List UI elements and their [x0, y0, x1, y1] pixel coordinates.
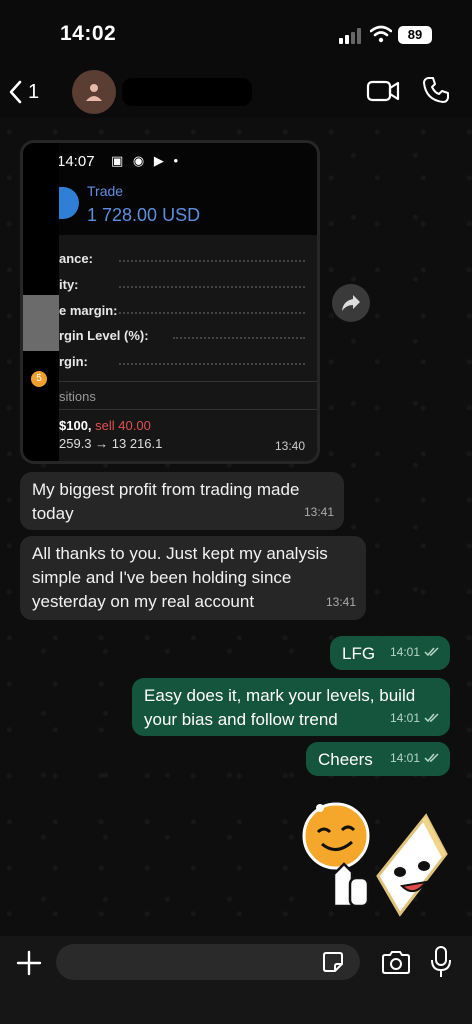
message-text: LFG — [342, 644, 376, 663]
row-equity: ity: — [59, 277, 79, 292]
position-line: $100, sell 40.00 — [59, 418, 151, 433]
row-balance: ance: — [59, 251, 93, 266]
status-bar: 14:02 89 — [0, 0, 472, 66]
outgoing-message[interactable]: Cheers 14:01 — [306, 742, 450, 776]
read-receipt-icon — [424, 753, 439, 763]
sticker-icon[interactable] — [322, 951, 344, 973]
trade-label: Trade — [87, 183, 124, 199]
signal-icon — [339, 28, 361, 44]
message-meta: 14:01 — [390, 640, 440, 664]
battery-indicator: 89 — [398, 26, 432, 44]
message-meta: 14:01 — [390, 746, 440, 770]
badge-coin-icon: 5 — [31, 371, 47, 387]
forward-button[interactable] — [332, 284, 370, 322]
message-time: 13:41 — [303, 505, 334, 519]
message-time: 13:41 — [325, 595, 356, 609]
plus-icon[interactable] — [16, 950, 42, 976]
outgoing-message[interactable]: Easy does it, mark your levels, build yo… — [132, 678, 450, 736]
sticker-image[interactable] — [298, 794, 450, 934]
row-margin: rgin: — [59, 354, 88, 369]
positions-label: sitions — [59, 389, 96, 404]
row-free-margin: e margin: — [59, 303, 118, 318]
video-call-icon[interactable] — [366, 78, 400, 104]
message-text: My biggest profit from trading made toda… — [32, 480, 300, 523]
trade-amount: 1 728.00 USD — [87, 205, 201, 225]
trade-screenshot-image: 14:07 ▣ ◉ ▶ • Trade 1 728.00 USD ance: i… — [23, 143, 317, 461]
dotted-leader — [119, 363, 305, 365]
message-text: All thanks to you. Just kept my analysis… — [32, 544, 328, 611]
message-input[interactable] — [56, 944, 360, 980]
chat-header: 1 — [0, 66, 472, 118]
position-prices: 259.3 → 13 216.1 — [59, 436, 163, 451]
phone-call-icon[interactable] — [422, 76, 450, 104]
camera-icon[interactable] — [381, 949, 411, 975]
divider — [59, 381, 317, 382]
unread-count: 1 — [28, 80, 40, 103]
dotted-leader — [173, 337, 305, 339]
incoming-message[interactable]: My biggest profit from trading made toda… — [20, 472, 344, 530]
status-time: 14:02 — [60, 22, 117, 45]
forward-icon — [342, 295, 360, 311]
contact-avatar[interactable] — [72, 70, 116, 114]
read-receipt-icon — [424, 647, 439, 657]
incoming-message[interactable]: All thanks to you. Just kept my analysis… — [20, 536, 366, 620]
message-meta: 13:41 — [304, 500, 334, 524]
screenshot-gray-block — [23, 295, 59, 351]
dotted-leader — [119, 286, 305, 288]
message-text: Easy does it, mark your levels, build yo… — [144, 686, 416, 729]
position-symbol: $100, — [59, 418, 92, 433]
message-time: 14:01 — [389, 645, 420, 659]
chevron-left-icon — [9, 80, 22, 104]
message-time: 14:01 — [389, 751, 420, 765]
wifi-icon — [370, 25, 392, 43]
message-meta: 13:41 — [326, 590, 356, 614]
image-message[interactable]: 14:07 ▣ ◉ ▶ • Trade 1 728.00 USD ance: i… — [20, 140, 320, 464]
read-receipt-icon — [424, 713, 439, 723]
microphone-icon[interactable] — [431, 946, 451, 978]
dotted-leader — [119, 312, 305, 314]
back-button[interactable]: 1 — [8, 76, 52, 108]
dotted-leader — [119, 260, 305, 262]
outgoing-message[interactable]: LFG 14:01 — [330, 636, 450, 670]
chat-area[interactable]: 14:07 ▣ ◉ ▶ • Trade 1 728.00 USD ance: i… — [0, 118, 472, 936]
message-time: 13:40 — [274, 439, 305, 453]
row-margin-level: rgin Level (%): — [59, 328, 149, 343]
message-meta: 14:01 — [390, 706, 440, 730]
position-sell: sell 40.00 — [95, 418, 151, 433]
screenshot-status-icons: ▣ ◉ ▶ • — [111, 153, 182, 168]
person-icon — [86, 84, 102, 101]
divider — [59, 409, 317, 410]
contact-name-redacted[interactable] — [122, 78, 252, 106]
message-text: Cheers — [318, 750, 373, 769]
message-composer — [0, 936, 472, 1024]
screenshot-time: 14:07 — [57, 153, 95, 170]
message-time: 14:01 — [389, 711, 420, 725]
